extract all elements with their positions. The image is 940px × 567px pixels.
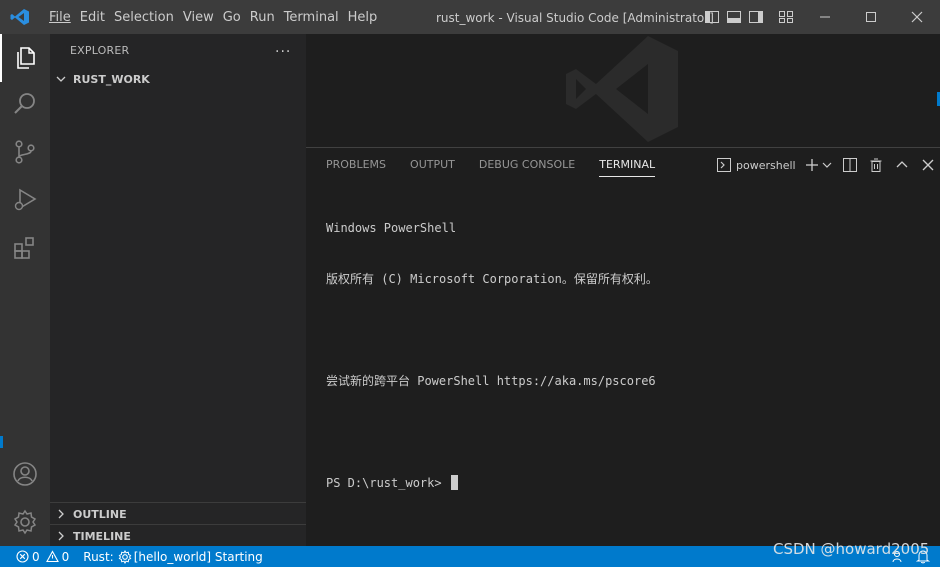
- terminal-prompt: PS D:\rust_work>: [326, 476, 449, 490]
- warning-icon: [45, 550, 59, 563]
- activity-run-debug[interactable]: [0, 176, 50, 224]
- editor-area: [306, 34, 940, 147]
- minimize-button[interactable]: [802, 0, 848, 34]
- vscode-watermark-icon: [566, 36, 678, 142]
- status-left: 0 0 Rust: [hello_world] Starting: [16, 546, 277, 567]
- left-edge-indicator: [0, 436, 3, 448]
- vscode-logo-icon: [10, 9, 29, 25]
- minimize-icon: [820, 16, 830, 18]
- split-terminal-icon[interactable]: [842, 157, 858, 173]
- chevron-right-icon: [58, 509, 64, 519]
- sidebar-title: EXPLORER: [70, 44, 130, 57]
- menu-bar: File Edit Selection View Go Run Terminal…: [45, 0, 382, 34]
- vscode-window: File Edit Selection View Go Run Terminal…: [0, 0, 940, 567]
- menu-edit[interactable]: Edit: [76, 0, 109, 34]
- menu-help[interactable]: Help: [344, 0, 382, 34]
- menu-go[interactable]: Go: [219, 0, 245, 34]
- problems-status[interactable]: 0 0: [16, 550, 69, 564]
- chevron-down-icon[interactable]: [822, 157, 832, 173]
- title-bar: File Edit Selection View Go Run Terminal…: [0, 0, 940, 34]
- toggle-secondary-sidebar-icon[interactable]: [748, 9, 764, 25]
- maximize-button[interactable]: [848, 0, 894, 34]
- activity-extensions[interactable]: [0, 224, 50, 272]
- terminal-cursor: [450, 475, 458, 490]
- tab-terminal[interactable]: TERMINAL: [599, 148, 656, 177]
- menu-view[interactable]: View: [179, 0, 218, 34]
- warning-count: 0: [61, 549, 70, 564]
- folder-name: RUST_WORK: [73, 72, 150, 86]
- activity-accounts[interactable]: [0, 450, 50, 498]
- menu-selection[interactable]: Selection: [110, 0, 178, 34]
- chevron-right-icon: [58, 531, 64, 541]
- extensions-icon: [14, 237, 34, 259]
- menu-run[interactable]: Run: [246, 0, 279, 34]
- gear-icon: [13, 509, 37, 535]
- rust-label: Rust:: [83, 549, 114, 564]
- menu-file[interactable]: File: [45, 0, 75, 34]
- shell-selector[interactable]: powershell: [736, 159, 796, 172]
- add-terminal-icon[interactable]: [804, 157, 820, 173]
- rust-status-text: [hello_world] Starting: [133, 549, 263, 564]
- panel-actions: powershell: [716, 155, 940, 175]
- gear-spinning-icon: [118, 549, 132, 564]
- close-window-button[interactable]: [894, 0, 940, 34]
- trash-icon[interactable]: [868, 157, 884, 173]
- terminal-line: 版权所有 (C) Microsoft Corporation。保留所有权利。: [326, 272, 658, 286]
- close-icon: [911, 11, 923, 23]
- menu-terminal[interactable]: Terminal: [280, 0, 343, 34]
- bottom-panel: PROBLEMS OUTPUT DEBUG CONSOLE TERMINAL p…: [306, 147, 940, 546]
- error-count: 0: [32, 549, 40, 564]
- terminal-prompt-line[interactable]: PS D:\rust_work>: [326, 475, 658, 492]
- activity-bar: [0, 34, 50, 546]
- explorer-sidebar: EXPLORER ... RUST_WORK OUTLINE TIMELINE: [50, 34, 306, 546]
- toggle-sidebar-icon[interactable]: [704, 9, 720, 25]
- search-icon: [14, 93, 35, 114]
- activity-source-control[interactable]: [0, 128, 50, 176]
- run-debug-icon: [14, 188, 37, 211]
- csdn-watermark: CSDN @howard2005: [773, 540, 930, 558]
- close-panel-icon[interactable]: [920, 157, 936, 173]
- terminal-output[interactable]: Windows PowerShell 版权所有 (C) Microsoft Co…: [326, 186, 658, 526]
- timeline-title: TIMELINE: [73, 529, 131, 543]
- chevron-down-icon: [56, 76, 66, 82]
- toggle-panel-icon[interactable]: [726, 9, 742, 25]
- terminal-line: 尝试新的跨平台 PowerShell https://aka.ms/pscore…: [326, 374, 656, 388]
- maximize-panel-icon[interactable]: [894, 157, 910, 173]
- layout-controls: [704, 9, 794, 25]
- tab-problems[interactable]: PROBLEMS: [326, 148, 386, 182]
- timeline-section[interactable]: TIMELINE: [50, 524, 306, 547]
- outline-section[interactable]: OUTLINE: [50, 502, 306, 525]
- outline-title: OUTLINE: [73, 507, 127, 521]
- activity-explorer[interactable]: [0, 34, 50, 82]
- folder-section-rust-work[interactable]: RUST_WORK: [50, 68, 306, 90]
- activity-search[interactable]: [0, 80, 50, 128]
- tab-output[interactable]: OUTPUT: [410, 148, 455, 182]
- panel-tabs: PROBLEMS OUTPUT DEBUG CONSOLE TERMINAL: [326, 148, 679, 182]
- window-title: rust_work - Visual Studio Code [Administ…: [436, 11, 714, 25]
- customize-layout-icon[interactable]: [778, 9, 794, 25]
- terminal-icon: [717, 158, 731, 172]
- rust-status[interactable]: Rust: [hello_world] Starting: [83, 549, 263, 564]
- source-control-icon: [15, 140, 35, 164]
- error-icon: [16, 550, 29, 563]
- account-icon: [13, 462, 37, 486]
- files-icon: [17, 47, 35, 69]
- maximize-icon: [866, 12, 876, 22]
- activity-manage[interactable]: [0, 498, 50, 546]
- terminal-line: Windows PowerShell: [326, 221, 457, 235]
- more-actions-button[interactable]: ...: [275, 40, 291, 56]
- tab-debug-console[interactable]: DEBUG CONSOLE: [479, 148, 575, 182]
